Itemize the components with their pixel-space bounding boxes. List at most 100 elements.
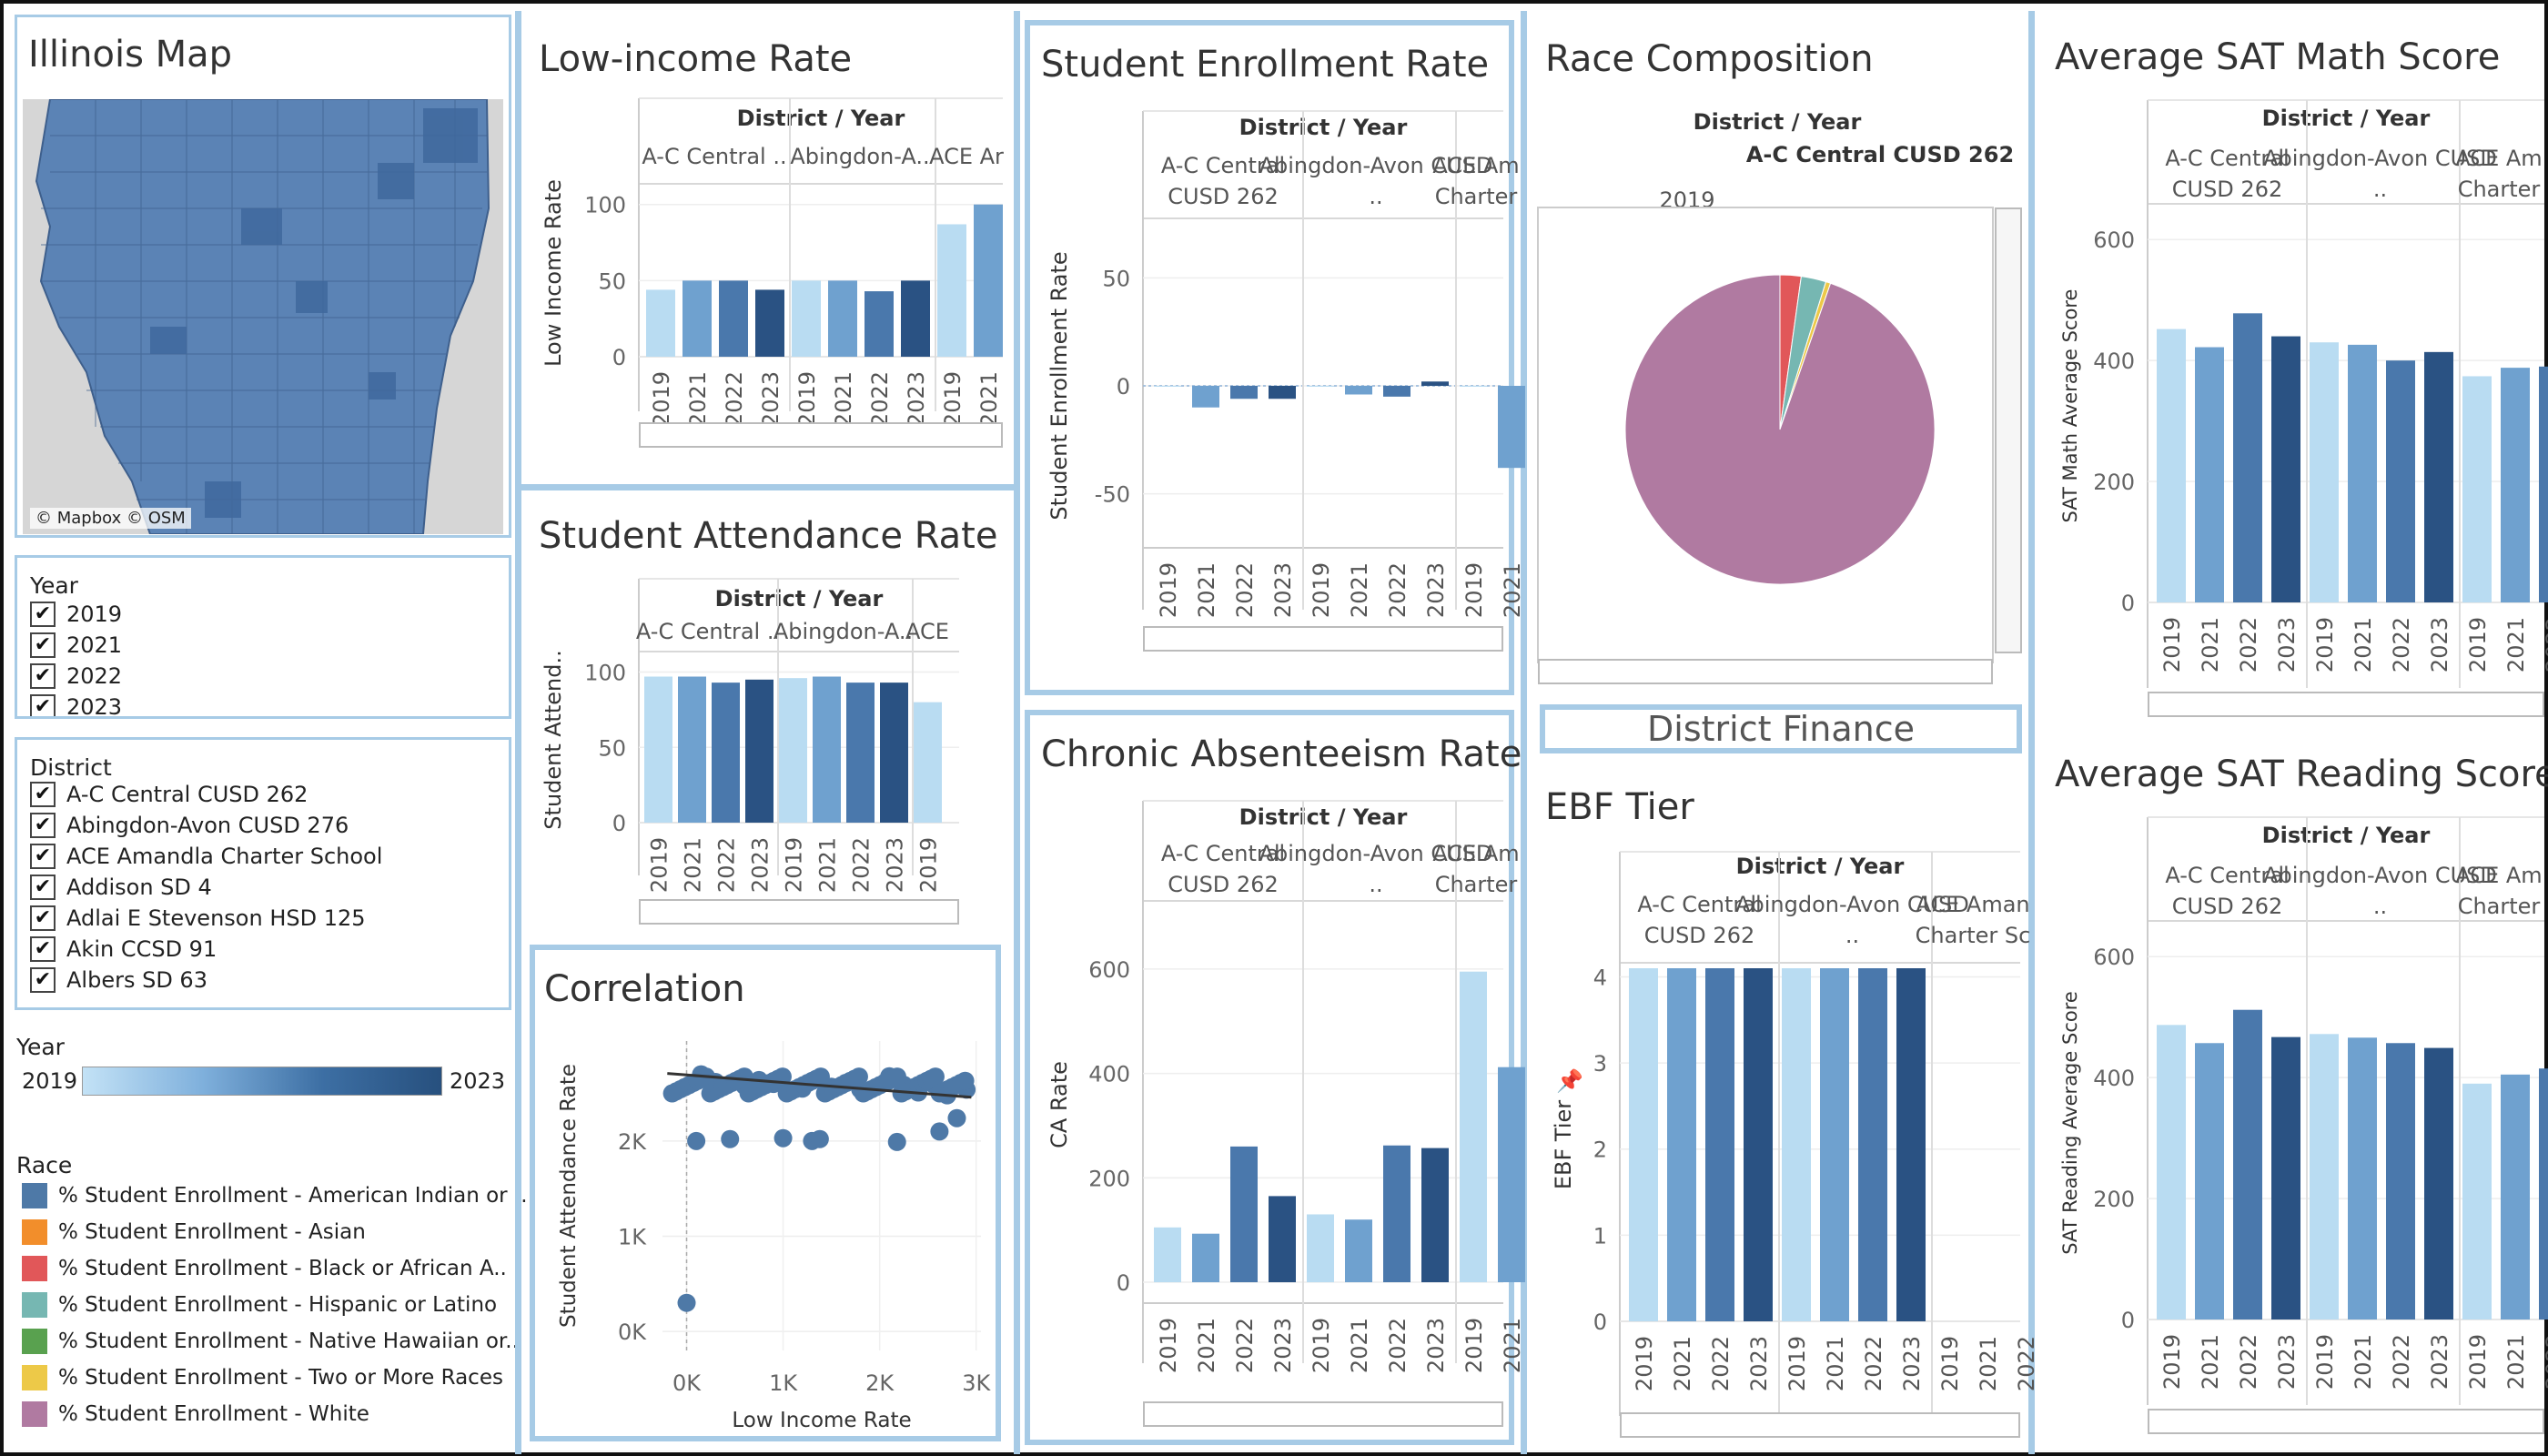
year-filter-option[interactable]: ✔ 2023: [30, 694, 122, 716]
race-legend-item[interactable]: % Student Enrollment - Native Hawaiian o…: [22, 1329, 519, 1354]
bar[interactable]: [2539, 1068, 2548, 1320]
bar[interactable]: [1192, 1233, 1219, 1283]
bar[interactable]: [2386, 1043, 2415, 1320]
checkbox-checked-icon[interactable]: ✔: [30, 813, 56, 838]
year-filter-option[interactable]: ✔ 2021: [30, 632, 122, 658]
race-legend-item[interactable]: % Student Enrollment - White: [22, 1401, 369, 1427]
bar[interactable]: [2195, 1043, 2224, 1320]
scatter-point[interactable]: [947, 1108, 966, 1127]
bar[interactable]: [1705, 968, 1734, 1321]
bar[interactable]: [1498, 386, 1525, 469]
bar[interactable]: [2348, 344, 2377, 602]
illinois-map[interactable]: © Mapbox © OSM: [23, 99, 503, 534]
bar[interactable]: [1858, 968, 1887, 1321]
bar[interactable]: [1269, 386, 1296, 399]
bar[interactable]: [864, 291, 894, 357]
bar[interactable]: [2310, 1034, 2339, 1320]
checkbox-checked-icon[interactable]: ✔: [30, 694, 56, 716]
bar[interactable]: [1421, 381, 1449, 386]
bar[interactable]: [2157, 1025, 2186, 1320]
bar[interactable]: [1230, 1146, 1258, 1283]
bar[interactable]: [937, 224, 966, 357]
race-legend-item[interactable]: % Student Enrollment - Two or More Races: [22, 1365, 503, 1390]
bar[interactable]: [1896, 968, 1926, 1321]
race-legend-item[interactable]: % Student Enrollment - American Indian o…: [22, 1183, 528, 1208]
scatter-point[interactable]: [810, 1129, 829, 1148]
bar[interactable]: [2424, 1047, 2453, 1320]
bar[interactable]: [1460, 971, 1487, 1283]
horizontal-scrollbar[interactable]: [1143, 1401, 1503, 1427]
bar[interactable]: [2348, 1037, 2377, 1320]
checkbox-checked-icon[interactable]: ✔: [30, 602, 56, 627]
checkbox-checked-icon[interactable]: ✔: [30, 782, 56, 807]
bar[interactable]: [1744, 968, 1773, 1321]
scatter-point[interactable]: [687, 1131, 706, 1150]
scatter-point[interactable]: [774, 1128, 793, 1148]
bar[interactable]: [1383, 386, 1410, 397]
bar[interactable]: [646, 289, 675, 357]
bar[interactable]: [2501, 1074, 2530, 1320]
bar[interactable]: [914, 702, 942, 823]
horizontal-scrollbar[interactable]: [2148, 692, 2544, 717]
bar[interactable]: [1345, 1219, 1372, 1283]
bar[interactable]: [792, 280, 821, 357]
horizontal-scrollbar[interactable]: [639, 422, 1003, 448]
bar[interactable]: [2501, 368, 2530, 602]
bar[interactable]: [678, 676, 706, 823]
bar[interactable]: [719, 280, 748, 357]
bar[interactable]: [755, 289, 784, 357]
race-legend-item[interactable]: % Student Enrollment - Black or African …: [22, 1256, 507, 1281]
vertical-scrollbar[interactable]: [1995, 207, 2022, 653]
bar[interactable]: [974, 204, 1003, 357]
year-filter-option[interactable]: ✔ 2019: [30, 602, 122, 627]
scatter-point[interactable]: [887, 1132, 906, 1151]
bar[interactable]: [745, 679, 774, 823]
bar[interactable]: [1629, 968, 1658, 1321]
district-filter-option[interactable]: ✔ ACE Amandla Charter School: [30, 844, 382, 869]
bar[interactable]: [644, 676, 672, 823]
bar[interactable]: [2233, 313, 2262, 602]
scatter-point[interactable]: [956, 1071, 975, 1090]
checkbox-checked-icon[interactable]: ✔: [30, 905, 56, 931]
checkbox-checked-icon[interactable]: ✔: [30, 663, 56, 689]
bar[interactable]: [2462, 376, 2492, 602]
bar[interactable]: [2271, 1036, 2300, 1320]
bar[interactable]: [1154, 1227, 1181, 1283]
bar[interactable]: [2386, 360, 2415, 602]
bar[interactable]: [2271, 336, 2300, 602]
year-filter-option[interactable]: ✔ 2022: [30, 663, 122, 689]
bar[interactable]: [1460, 386, 1487, 387]
bar[interactable]: [1269, 1196, 1296, 1283]
bar[interactable]: [901, 280, 930, 357]
scatter-point[interactable]: [721, 1129, 740, 1148]
scatter-point[interactable]: [930, 1122, 949, 1141]
bar[interactable]: [1154, 386, 1181, 387]
checkbox-checked-icon[interactable]: ✔: [30, 632, 56, 658]
horizontal-scrollbar[interactable]: [2148, 1409, 2544, 1434]
scatter-point[interactable]: [677, 1293, 696, 1312]
map-attribution[interactable]: © Mapbox © OSM: [30, 508, 191, 529]
checkbox-checked-icon[interactable]: ✔: [30, 936, 56, 962]
district-filter-option[interactable]: ✔ Adlai E Stevenson HSD 125: [30, 905, 366, 931]
bar[interactable]: [828, 280, 857, 357]
bar[interactable]: [813, 676, 841, 823]
district-filter-option[interactable]: ✔ Abingdon-Avon CUSD 276: [30, 813, 349, 838]
bar[interactable]: [1421, 1148, 1449, 1283]
horizontal-scrollbar[interactable]: [1143, 626, 1503, 652]
district-filter-option[interactable]: ✔ Addison SD 4: [30, 875, 212, 900]
pin-icon[interactable]: 📌: [1556, 1068, 1583, 1094]
district-filter-option[interactable]: ✔ Albers SD 63: [30, 967, 207, 993]
bar[interactable]: [2462, 1083, 2492, 1320]
bar[interactable]: [712, 682, 740, 823]
bar[interactable]: [779, 678, 807, 823]
bar[interactable]: [1782, 968, 1811, 1321]
bar[interactable]: [1230, 386, 1258, 399]
bar[interactable]: [2539, 366, 2548, 602]
pie-slice[interactable]: [1624, 274, 1936, 585]
bar[interactable]: [1667, 968, 1696, 1321]
horizontal-scrollbar[interactable]: [639, 899, 959, 925]
bar[interactable]: [846, 682, 875, 823]
bar[interactable]: [1345, 386, 1372, 395]
district-finance-button[interactable]: District Finance: [1540, 704, 2022, 753]
bar[interactable]: [2233, 1009, 2262, 1320]
